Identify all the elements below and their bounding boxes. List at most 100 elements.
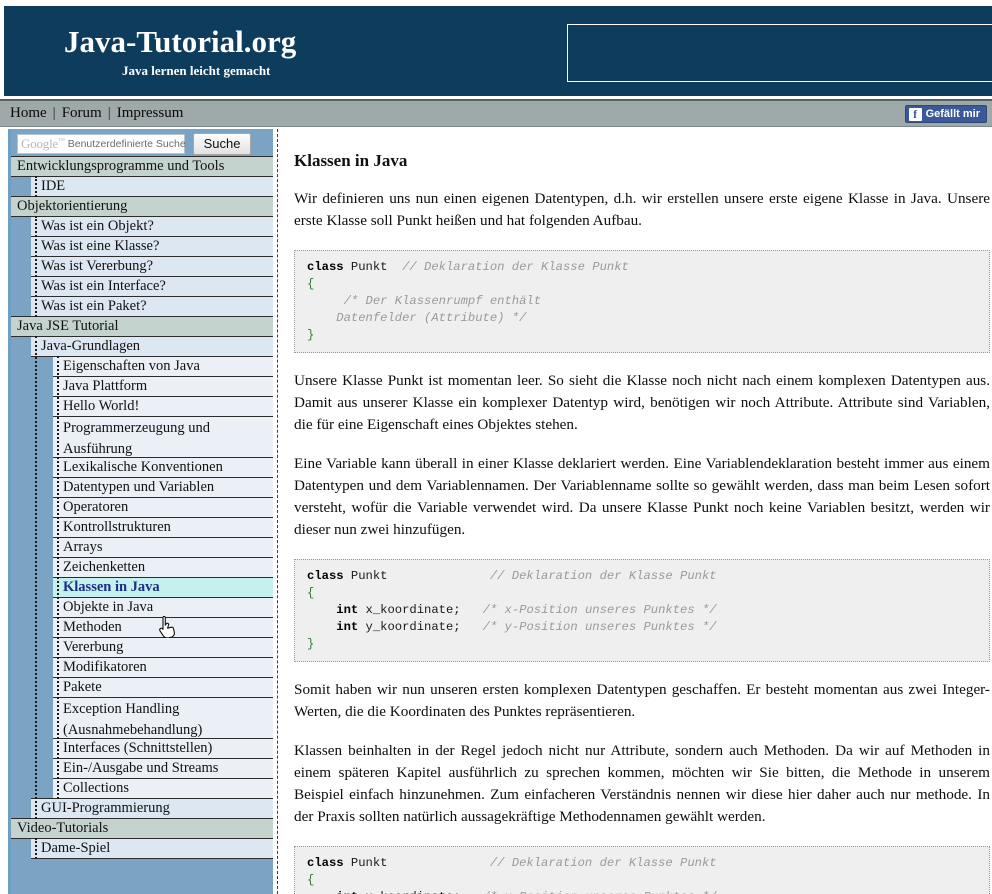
sidebar-item-label: GUI-Programmierung <box>41 800 170 817</box>
sidebar-item-objektorientierung[interactable]: Objektorientierung <box>11 196 273 217</box>
advertisement-slot[interactable] <box>567 24 992 82</box>
sidebar-item-klassen-in-java[interactable]: Klassen in Java <box>53 577 273 598</box>
sidebar-item-was-ist-eine-klasse[interactable]: Was ist eine Klasse? <box>31 236 273 257</box>
sidebar-item-label: Pakete <box>63 679 102 696</box>
code-token-brace: } <box>307 328 314 342</box>
sidebar-item-objekte-in-java[interactable]: Objekte in Java <box>53 597 273 618</box>
sidebar-item-label: Dame-Spiel <box>41 840 110 857</box>
nav-links: Home|Forum|Impressum <box>10 105 183 122</box>
sidebar-item-was-ist-ein-paket[interactable]: Was ist ein Paket? <box>31 296 273 317</box>
site-title: Java-Tutorial.org <box>64 24 564 60</box>
code-token-kw: class <box>307 260 351 274</box>
code-block-3: class Punkt // Deklaration der Klasse Pu… <box>294 846 990 894</box>
sidebar-item-lexikalische-konventionen[interactable]: Lexikalische Konventionen <box>53 457 273 478</box>
sidebar-item-vererbung[interactable]: Vererbung <box>53 637 273 658</box>
code-token-cmt: /* y-Position unseres Punktes */ <box>483 620 717 634</box>
sidebar-item-eigenschaften-von-java[interactable]: Eigenschaften von Java <box>53 356 273 377</box>
page-title: Klassen in Java <box>294 151 992 171</box>
nav-link-forum[interactable]: Forum <box>62 105 102 121</box>
sidebar-item-label: Kontrollstrukturen <box>63 519 171 536</box>
code-line: class Punkt // Deklaration der Klasse Pu… <box>307 260 629 274</box>
sidebar-item-entwicklungsprogramme-und-tools[interactable]: Entwicklungsprogramme und Tools <box>11 156 273 177</box>
code-token-id: x_koordinate; <box>366 890 483 894</box>
code-line: { <box>307 277 314 291</box>
code-line: } <box>307 328 314 342</box>
sidebar-item-label: Was ist ein Objekt? <box>41 218 154 235</box>
sidebar-item-video-tutorials[interactable]: Video-Tutorials <box>11 818 273 839</box>
code-line: { <box>307 873 314 887</box>
facebook-f-icon: f <box>909 108 922 121</box>
sidebar-item-ide[interactable]: IDE <box>31 176 273 197</box>
sidebar-item-collections[interactable]: Collections <box>53 778 273 799</box>
sidebar-item-java-jse-tutorial[interactable]: Java JSE Tutorial <box>11 316 273 337</box>
sidebar-item-label: Modifikatoren <box>63 659 147 676</box>
nav-separator-2: | <box>102 105 117 121</box>
code-token-cmt: /* x-Position unseres Punktes */ <box>483 890 717 894</box>
code-line: } <box>307 637 314 651</box>
sidebar-item-exception-handling-ausnahmebehandlung[interactable]: Exception Handling (Ausnahmebehandlung) <box>53 697 273 739</box>
code-token-id <box>307 311 336 325</box>
code-token-id: y_koordinate; <box>366 620 483 634</box>
nav-link-home[interactable]: Home <box>10 105 47 121</box>
nav-link-impressum[interactable]: Impressum <box>117 105 184 121</box>
sidebar-item-label: Eigenschaften von Java <box>63 358 200 375</box>
code-token-kw: int <box>336 603 365 617</box>
code-token-brace: { <box>307 586 314 600</box>
paragraph-5: Klassen beinhalten in der Regel jedoch n… <box>294 740 990 828</box>
sidebar-item-zeichenketten[interactable]: Zeichenketten <box>53 557 273 578</box>
sidebar-item-gui-programmierung[interactable]: GUI-Programmierung <box>31 798 273 819</box>
sidebar-item-dame-spiel[interactable]: Dame-Spiel <box>31 838 273 859</box>
code-token-id <box>307 603 336 617</box>
search-input[interactable]: Google™ Benutzerdefinierte Suche <box>17 134 185 154</box>
facebook-like-button[interactable]: f Gefällt mir <box>905 105 987 123</box>
code-token-id: Punkt <box>351 856 490 870</box>
sidebar-item-interfaces-schnittstellen[interactable]: Interfaces (Schnittstellen) <box>53 738 273 759</box>
sidebar-item-kontrollstrukturen[interactable]: Kontrollstrukturen <box>53 517 273 538</box>
tree-guide-line <box>35 176 37 197</box>
sidebar-item-was-ist-ein-objekt[interactable]: Was ist ein Objekt? <box>31 216 273 237</box>
sidebar-item-label: Was ist eine Klasse? <box>41 238 159 255</box>
sidebar-item-datentypen-und-variablen[interactable]: Datentypen und Variablen <box>53 477 273 498</box>
code-line: int x_koordinate; /* x-Position unseres … <box>307 603 717 617</box>
sidebar-item-label: Java-Grundlagen <box>41 338 140 355</box>
code-token-id <box>307 620 336 634</box>
sidebar-inner: Google™ Benutzerdefinierte Suche Suche E… <box>11 129 273 859</box>
sidebar-item-was-ist-vererbung[interactable]: Was ist Vererbung? <box>31 256 273 277</box>
sidebar-item-label: Objektorientierung <box>17 198 127 215</box>
sidebar-item-modifikatoren[interactable]: Modifikatoren <box>53 657 273 678</box>
sidebar-item-pakete[interactable]: Pakete <box>53 677 273 698</box>
code-token-id <box>307 294 344 308</box>
sidebar-item-was-ist-ein-interface[interactable]: Was ist ein Interface? <box>31 276 273 297</box>
sidebar-item-ein-ausgabe-und-streams[interactable]: Ein-/Ausgabe und Streams <box>53 758 273 779</box>
code-block-2: class Punkt // Deklaration der Klasse Pu… <box>294 559 990 662</box>
sidebar-item-label: IDE <box>41 178 65 195</box>
sidebar-item-programmerzeugung-und-ausführung[interactable]: Programmerzeugung und Ausführung <box>53 416 273 458</box>
search-placeholder: Benutzerdefinierte Suche <box>68 138 186 150</box>
sidebar-item-label: Lexikalische Konventionen <box>63 459 223 476</box>
code-token-brace: } <box>307 637 314 651</box>
sidebar-item-hello-world[interactable]: Hello World! <box>53 396 273 417</box>
sidebar-item-arrays[interactable]: Arrays <box>53 537 273 558</box>
sidebar-nav-tree: Entwicklungsprogramme und ToolsIDE Objekt… <box>11 156 273 859</box>
sidebar-item-label: Was ist ein Interface? <box>41 278 166 295</box>
code-token-cmt: /* x-Position unseres Punktes */ <box>483 603 717 617</box>
sidebar-item-label: Klassen in Java <box>63 579 160 596</box>
sidebar-item-java-plattform[interactable]: Java Plattform <box>53 376 273 397</box>
search-row: Google™ Benutzerdefinierte Suche Suche <box>11 129 273 157</box>
code-token-kw: int <box>336 890 365 894</box>
code-line: /* Der Klassenrumpf enthält <box>307 294 541 308</box>
sidebar-item-java-grundlagen[interactable]: Java-Grundlagen <box>31 336 273 357</box>
google-logo: Google™ <box>21 136 65 152</box>
sidebar-item-label: Java Plattform <box>63 378 147 395</box>
sidebar-item-label: Objekte in Java <box>63 599 153 616</box>
code-token-brace: { <box>307 873 314 887</box>
search-button[interactable]: Suche <box>193 133 251 155</box>
code-line: class Punkt // Deklaration der Klasse Pu… <box>307 856 717 870</box>
sidebar-item-operatoren[interactable]: Operatoren <box>53 497 273 518</box>
sidebar-item-label: Interfaces (Schnittstellen) <box>63 740 212 757</box>
sidebar-item-label: Was ist ein Paket? <box>41 298 147 315</box>
code-token-kw: class <box>307 856 351 870</box>
code-token-id: x_koordinate; <box>366 603 483 617</box>
sidebar-item-methoden[interactable]: Methoden <box>53 617 273 638</box>
code-block-1: class Punkt // Deklaration der Klasse Pu… <box>294 250 990 353</box>
